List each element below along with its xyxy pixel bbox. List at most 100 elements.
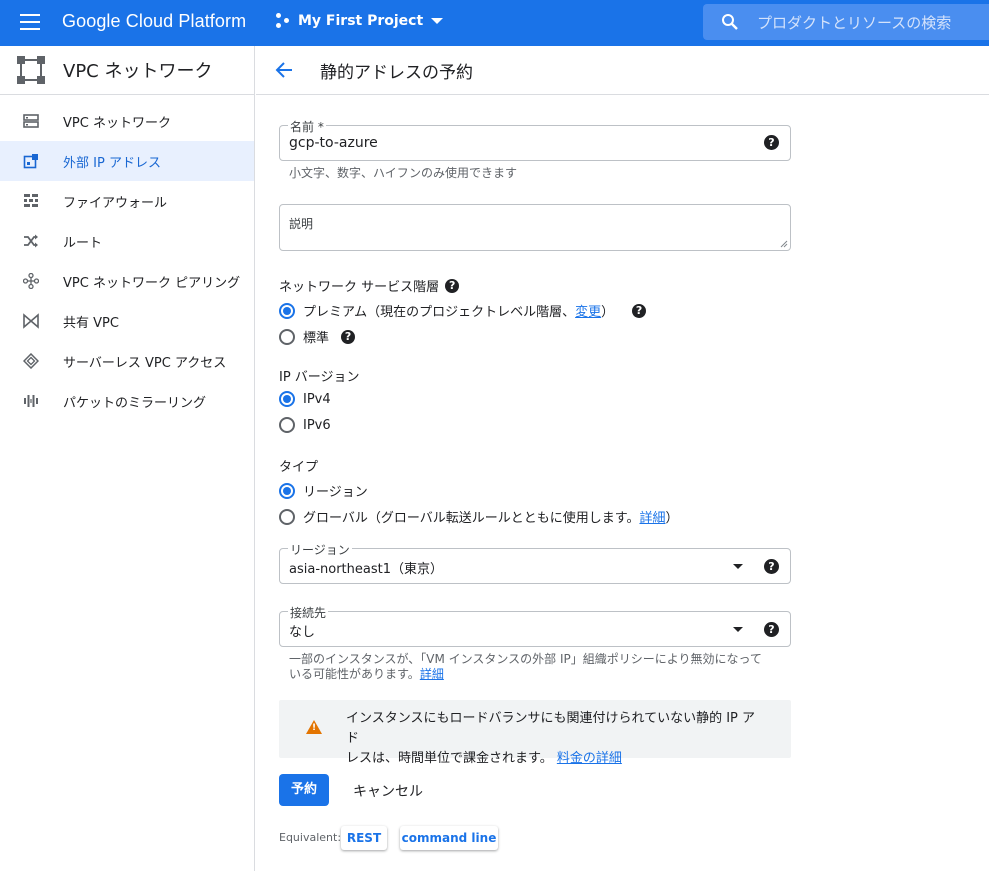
- region-select-value: asia-northeast1（東京）: [289, 562, 443, 577]
- sidebar-item-vpc-network[interactable]: VPC ネットワーク: [0, 101, 254, 141]
- radio-standard-label: 標準: [303, 331, 330, 346]
- region-select[interactable]: リージョン asia-northeast1（東京） ?: [279, 541, 791, 584]
- sidebar-item-label: ファイアウォール: [63, 195, 168, 211]
- sidebar: VPC ネットワーク VPC ネットワーク 外部 IP アドレス ファイアウォー…: [0, 46, 255, 871]
- description-field[interactable]: 説明: [279, 204, 791, 251]
- radio-regional-label: リージョン: [303, 485, 368, 500]
- help-icon[interactable]: ?: [764, 135, 779, 150]
- search-placeholder: プロダクトとリソースの検索: [757, 13, 952, 32]
- radio-ipv4-label: IPv4: [303, 391, 331, 407]
- radio-button[interactable]: [279, 328, 295, 345]
- page-title: 静的アドレスの予約: [320, 62, 473, 83]
- help-icon[interactable]: ?: [764, 622, 779, 637]
- sidebar-item-firewall[interactable]: ファイアウォール: [0, 181, 254, 221]
- radio-button-checked[interactable]: [279, 482, 295, 499]
- radio-regional[interactable]: リージョン: [279, 481, 368, 500]
- description-placeholder: 説明: [289, 217, 314, 231]
- attached-details-link[interactable]: 詳細: [420, 667, 444, 681]
- top-app-bar: Google Cloud Platform My First Project プ…: [0, 0, 989, 46]
- sidebar-item-label: 外部 IP アドレス: [63, 155, 161, 171]
- chevron-down-icon: [431, 18, 444, 24]
- sidebar-item-serverless-vpc-access[interactable]: サーバーレス VPC アクセス: [0, 341, 254, 381]
- radio-button-checked[interactable]: [279, 302, 295, 319]
- radio-premium-label: プレミアム（現在のプロジェクトレベル階層、: [303, 305, 576, 320]
- search-icon: [722, 14, 738, 30]
- billing-warning: ! インスタンスにもロードバランサにも関連付けられていない静的 IP アド レス…: [279, 700, 791, 766]
- reserve-button[interactable]: 予約: [279, 774, 329, 806]
- sidebar-item-label: 共有 VPC: [63, 315, 119, 331]
- warning-text: インスタンスにもロードバランサにも関連付けられていない静的 IP アド レスは、…: [346, 709, 766, 769]
- rest-button[interactable]: REST: [341, 826, 387, 850]
- packet-mirroring-icon: [24, 395, 38, 407]
- warning-line1: インスタンスにもロードバランサにも関連付けられていない静的 IP アド: [346, 711, 756, 746]
- help-icon[interactable]: ?: [341, 329, 356, 344]
- project-dots-icon: [276, 13, 292, 29]
- radio-global-suffix: ）: [665, 511, 679, 526]
- sidebar-item-peering[interactable]: VPC ネットワーク ピアリング: [0, 261, 254, 301]
- network-tier-label-text: ネットワーク サービス階層: [279, 280, 440, 295]
- radio-global[interactable]: グローバル（グローバル転送ルールとともに使用します。 詳細）: [279, 507, 678, 526]
- help-icon[interactable]: ?: [764, 559, 779, 574]
- sidebar-item-external-ip[interactable]: 外部 IP アドレス: [0, 141, 254, 181]
- radio-button[interactable]: [279, 417, 295, 433]
- type-label: タイプ: [279, 460, 319, 475]
- sidebar-item-routes[interactable]: ルート: [0, 221, 254, 261]
- name-field-label: 名前 *: [288, 118, 326, 135]
- search-input[interactable]: プロダクトとリソースの検索: [703, 4, 989, 40]
- command-line-button[interactable]: command line: [400, 826, 498, 850]
- attached-hint-line2: いる可能性があります。詳細: [289, 665, 444, 682]
- equivalent-label: Equivalent:: [279, 831, 342, 844]
- page-header: 静的アドレスの予約: [256, 46, 989, 95]
- serverless-icon: [23, 353, 39, 369]
- sidebar-item-label: VPC ネットワーク ピアリング: [63, 275, 241, 291]
- radio-ipv4[interactable]: IPv4: [279, 391, 331, 407]
- hamburger-menu-icon[interactable]: [20, 14, 40, 30]
- back-arrow-icon[interactable]: [274, 60, 294, 80]
- help-icon[interactable]: ?: [632, 303, 647, 318]
- network-tier-label: ネットワーク サービス階層 ?: [279, 276, 460, 295]
- radio-button-checked[interactable]: [279, 391, 295, 407]
- radio-premium-suffix: ）: [601, 305, 615, 320]
- sidebar-nav: VPC ネットワーク 外部 IP アドレス ファイアウォール ルート VPC ネ…: [0, 95, 254, 421]
- resize-handle-icon[interactable]: [780, 240, 788, 248]
- sidebar-item-packet-mirroring[interactable]: パケットのミラーリング: [0, 381, 254, 421]
- name-field-value: gcp-to-azure: [289, 135, 378, 151]
- radio-button[interactable]: [279, 508, 295, 525]
- name-hint: 小文字、数字、ハイフンのみ使用できます: [289, 166, 518, 180]
- vpc-network-icon: [23, 114, 39, 128]
- name-field[interactable]: 名前 * gcp-to-azure ?: [279, 118, 791, 161]
- sidebar-item-shared-vpc[interactable]: 共有 VPC: [0, 301, 254, 341]
- sidebar-title: VPC ネットワーク: [63, 61, 213, 82]
- brand-title[interactable]: Google Cloud Platform: [62, 11, 246, 32]
- ip-version-label: IP バージョン: [279, 370, 360, 385]
- change-tier-link[interactable]: 変更: [575, 301, 601, 320]
- sidebar-item-label: サーバーレス VPC アクセス: [63, 355, 227, 371]
- radio-premium[interactable]: プレミアム（現在のプロジェクトレベル階層、 変更） ?: [279, 301, 647, 320]
- radio-ipv6-label: IPv6: [303, 417, 331, 433]
- project-name: My First Project: [298, 13, 424, 29]
- pricing-details-link[interactable]: 料金の詳細: [557, 751, 622, 766]
- global-details-link[interactable]: 詳細: [639, 507, 665, 526]
- warning-line2-text: レスは、時間単位で課金されます。: [346, 751, 553, 766]
- radio-standard[interactable]: 標準 ?: [279, 327, 356, 346]
- sidebar-header: VPC ネットワーク: [0, 46, 254, 95]
- firewall-icon: [24, 194, 38, 207]
- cancel-button[interactable]: キャンセル: [353, 781, 423, 801]
- attached-to-select-value: なし: [289, 625, 316, 640]
- help-icon[interactable]: ?: [445, 278, 460, 293]
- attached-to-select[interactable]: 接続先 なし ?: [279, 604, 791, 647]
- warning-line2: レスは、時間単位で課金されます。 料金の詳細: [346, 749, 766, 769]
- route-icon: [24, 234, 38, 248]
- shared-vpc-icon: [23, 313, 39, 329]
- external-ip-icon: [23, 154, 38, 169]
- sidebar-item-label: ルート: [63, 235, 103, 251]
- region-select-label: リージョン: [288, 541, 352, 558]
- peering-icon: [23, 273, 39, 289]
- radio-ipv6[interactable]: IPv6: [279, 417, 331, 433]
- main-content: 静的アドレスの予約 名前 * gcp-to-azure ? 小文字、数字、ハイフ…: [256, 46, 989, 871]
- attached-hint-text: いる可能性があります。: [289, 667, 420, 681]
- dropdown-caret-icon: [733, 564, 743, 569]
- project-selector[interactable]: My First Project: [276, 13, 444, 29]
- warning-exclamation: !: [312, 723, 317, 733]
- radio-global-label: グローバル（グローバル転送ルールとともに使用します。: [303, 511, 640, 526]
